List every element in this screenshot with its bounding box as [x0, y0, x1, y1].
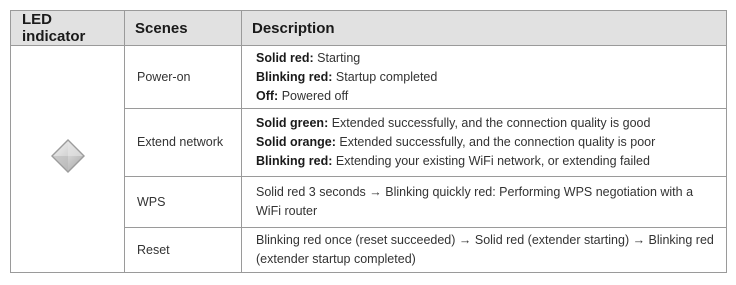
desc-line: Blinking red: Extending your existing Wi…	[256, 152, 716, 171]
scene-wps: WPS	[124, 176, 242, 228]
description-extend-network: Solid green: Extended successfully, and …	[241, 108, 727, 177]
desc-label: Solid red:	[256, 50, 314, 65]
desc-text: Extended successfully, and the connectio…	[331, 116, 651, 130]
desc-label: Solid green:	[256, 116, 329, 130]
desc-text: Extending your existing WiFi network, or…	[335, 154, 650, 168]
desc-text: Solid red 3 seconds → Blinking quickly r…	[256, 185, 694, 218]
header-description: Description	[241, 10, 727, 46]
desc-label: Blinking red:	[256, 69, 333, 84]
desc-label: Solid orange:	[256, 135, 336, 149]
table-row-power-on: Power-on Solid red: Starting Blinking re…	[10, 45, 727, 273]
desc-text: Starting	[317, 50, 361, 65]
header-scenes: Scenes	[124, 10, 242, 46]
header-led-indicator: LED indicator	[10, 10, 125, 46]
desc-text: Extended successfully, and the connectio…	[339, 135, 656, 149]
desc-label: Off:	[256, 88, 279, 103]
description-power-on: Solid red: Starting Blinking red: Startu…	[241, 45, 727, 109]
led-icon-cell	[10, 45, 125, 273]
desc-text: Powered off	[281, 88, 349, 103]
desc-line: Blinking red: Startup completed	[256, 68, 716, 87]
led-indicator-table: LED indicator Scenes Description Power-o…	[10, 10, 727, 273]
table-header-row: LED indicator Scenes Description	[10, 10, 727, 46]
scene-reset: Reset	[124, 227, 242, 273]
desc-text: Startup completed	[335, 69, 438, 84]
desc-text: Blinking red once (reset succeeded) → So…	[256, 233, 714, 266]
description-reset: Blinking red once (reset succeeded) → So…	[241, 227, 727, 273]
desc-label: Blinking red:	[256, 154, 333, 168]
desc-line: Off: Powered off	[256, 87, 716, 106]
desc-line: Solid red: Starting	[256, 49, 716, 68]
scene-power-on: Power-on	[124, 45, 242, 109]
desc-line: Solid green: Extended successfully, and …	[256, 114, 716, 133]
description-wps: Solid red 3 seconds → Blinking quickly r…	[241, 176, 727, 228]
desc-line: Solid orange: Extended successfully, and…	[256, 133, 716, 152]
scene-extend-network: Extend network	[124, 108, 242, 177]
diamond-led-icon	[50, 139, 85, 173]
